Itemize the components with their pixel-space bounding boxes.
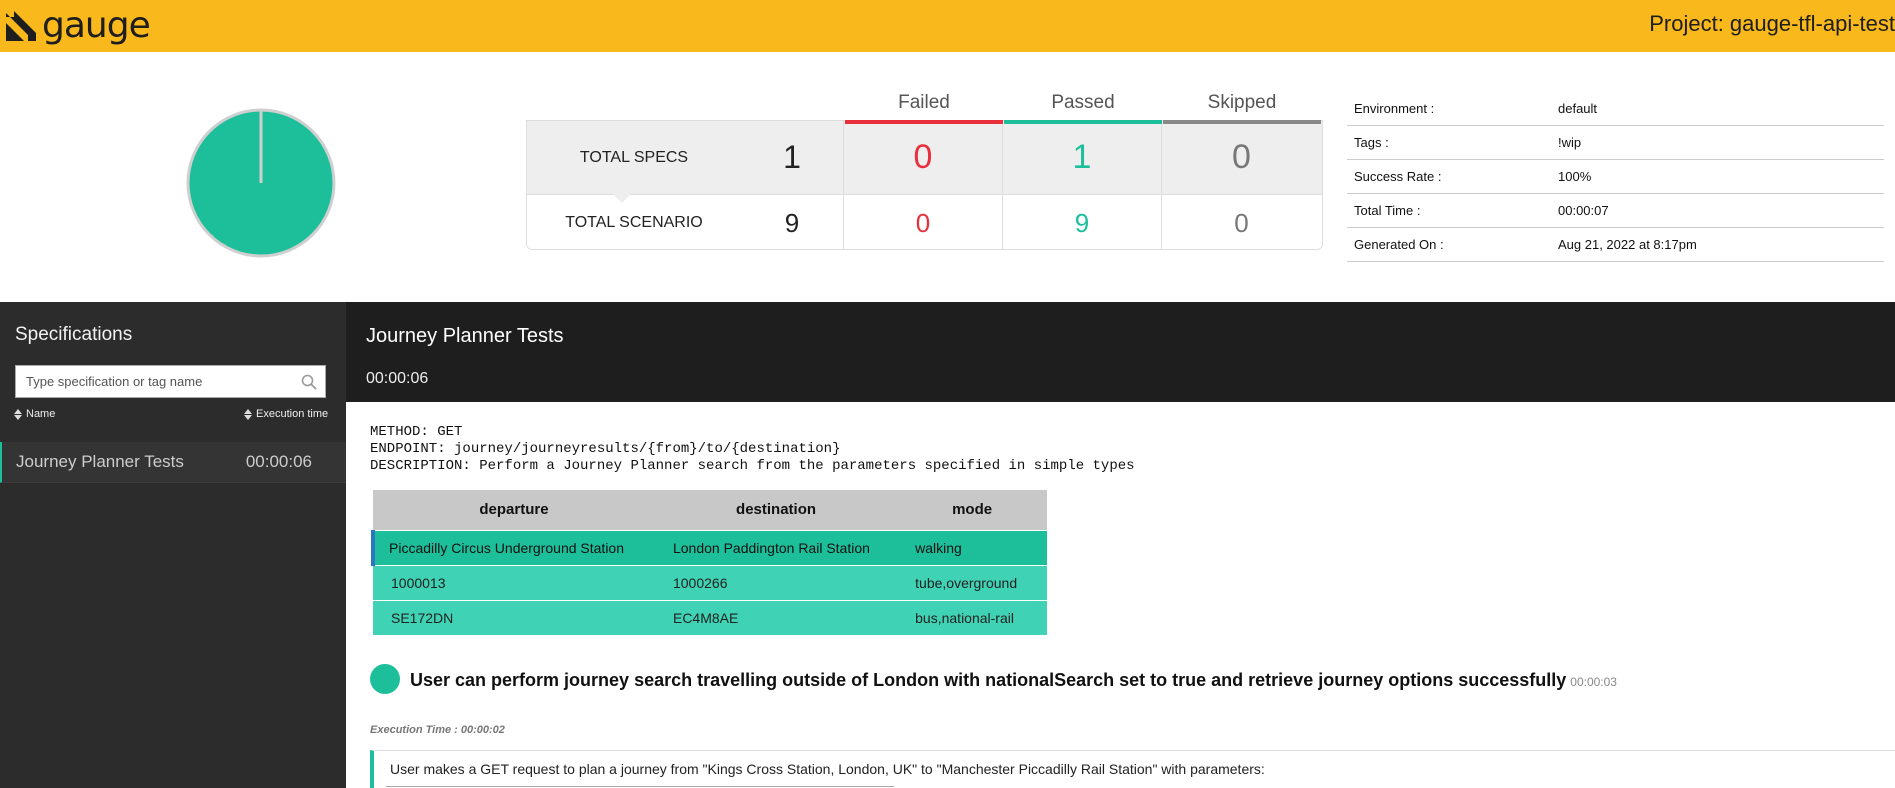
gauge-logo[interactable]: gauge [4,5,151,46]
report-meta: Environment : default Tags : !wip Success … [1347,92,1884,262]
step-table-edge [386,786,894,787]
data-table: departure destination mode Piccadilly Ci… [371,490,1047,635]
step-text: User makes a GET request to plan a journ… [370,750,1895,788]
scenario-status-icon [370,664,400,694]
meta-key: Environment : [1354,101,1435,116]
spec-search-input[interactable] [16,366,286,397]
sidebar-item-journey-planner-tests[interactable]: Journey Planner Tests 00:00:06 [0,442,346,483]
spec-comment: METHOD: GET ENDPOINT: journey/journeyres… [370,424,1135,474]
specifications-sidebar: Specifications Name Execution time Journ… [0,302,346,788]
meta-value: 00:00:07 [1558,203,1609,218]
total-specs-label: TOTAL SPECS [579,148,689,166]
table-cell: EC4M8AE [654,599,898,635]
meta-key: Total Time : [1354,203,1421,218]
table-cell: London Paddington Rail Station [654,529,898,565]
spec-header: Journey Planner Tests 00:00:06 [346,302,1895,402]
sort-by-execution-time[interactable]: Execution time [244,408,328,420]
table-cell: bus,national-rail [897,599,1047,635]
meta-row: Environment : default [1347,92,1884,126]
meta-value: !wip [1558,135,1582,150]
meta-key: Success Rate : [1354,169,1442,184]
table-cell: 1000013 [373,564,655,600]
scenario-failed-count[interactable]: 0 [844,195,1003,249]
column-header-departure: departure [373,490,655,530]
top-bar: gauge Project: gauge-tfl-api-test [0,0,1895,52]
table-cell: 1000266 [654,564,898,600]
meta-row: Success Rate : 100% [1347,160,1884,194]
spec-item-name: Journey Planner Tests [16,452,184,471]
scenario-skipped-count[interactable]: 0 [1162,195,1321,249]
meta-row: Total Time : 00:00:07 [1347,194,1884,228]
sort-by-name[interactable]: Name [14,408,55,420]
scenario-heading[interactable]: User can perform journey search travelli… [410,670,1617,691]
specs-skipped-count[interactable]: 0 [1162,121,1321,194]
sort-time-label: Execution time [256,408,329,420]
brand-name: gauge [42,5,151,46]
sort-icon [244,408,252,420]
scenario-title: User can perform journey search travelli… [410,670,1567,690]
gauge-logo-icon [6,11,36,41]
selected-row-pointer [612,193,632,203]
scenario-passed-count[interactable]: 9 [1003,195,1162,249]
table-cell: tube,overground [897,564,1047,600]
meta-key: Generated On : [1354,237,1444,252]
spec-item-time: 00:00:06 [245,452,312,471]
sidebar-title: Specifications [15,324,133,345]
data-table-header: departure destination mode [373,490,1047,530]
meta-value: Aug 21, 2022 at 8:17pm [1558,237,1697,252]
skipped-heading: Skipped [1207,92,1277,113]
table-cell: walking [897,529,1047,565]
summary-pie-chart [186,108,336,258]
sort-name-label: Name [26,408,56,420]
spec-execution-time: 00:00:06 [366,370,429,387]
total-specs-row[interactable]: TOTAL SPECS 1 0 1 0 [527,121,1322,195]
table-row[interactable]: Piccadilly Circus Underground Station Lo… [371,529,1047,565]
table-cell: SE172DN [373,599,655,635]
meta-value: default [1558,101,1598,116]
skipped-bar [1163,120,1321,124]
column-header-mode: mode [897,490,1047,530]
meta-row: Tags : !wip [1347,126,1884,160]
meta-row: Generated On : Aug 21, 2022 at 8:17pm [1347,228,1884,262]
total-specs-count: 1 [741,121,844,194]
sort-icon [14,408,22,420]
table-cell: Piccadilly Circus Underground Station [371,529,655,565]
failed-bar [845,120,1003,124]
column-header-destination: destination [654,490,898,530]
scenario-time: 00:00:03 [1570,675,1617,689]
failed-heading: Failed [898,92,950,113]
total-scenario-count: 9 [741,195,844,249]
meta-value: 100% [1558,169,1592,184]
spec-title: Journey Planner Tests [366,325,564,347]
scenario-execution-time: Execution Time : 00:00:02 [370,724,505,736]
total-scenario-label: TOTAL SCENARIO [565,214,703,231]
spec-search-box [15,365,326,398]
search-icon[interactable] [301,374,317,390]
meta-key: Tags : [1354,135,1389,150]
passed-bar [1004,120,1162,124]
specs-passed-count[interactable]: 1 [1003,121,1162,194]
project-name: Project: gauge-tfl-api-test [1649,11,1895,36]
specs-failed-count[interactable]: 0 [844,121,1003,194]
table-row[interactable]: SE172DN EC4M8AE bus,national-rail [373,599,1047,635]
table-row[interactable]: 1000013 1000266 tube,overground [373,564,1047,600]
summary-table: TOTAL SPECS 1 0 1 0 TOTAL SCENARIO 9 0 9… [526,120,1323,250]
total-scenario-row[interactable]: TOTAL SCENARIO 9 0 9 0 [527,195,1322,249]
passed-heading: Passed [1051,92,1115,113]
